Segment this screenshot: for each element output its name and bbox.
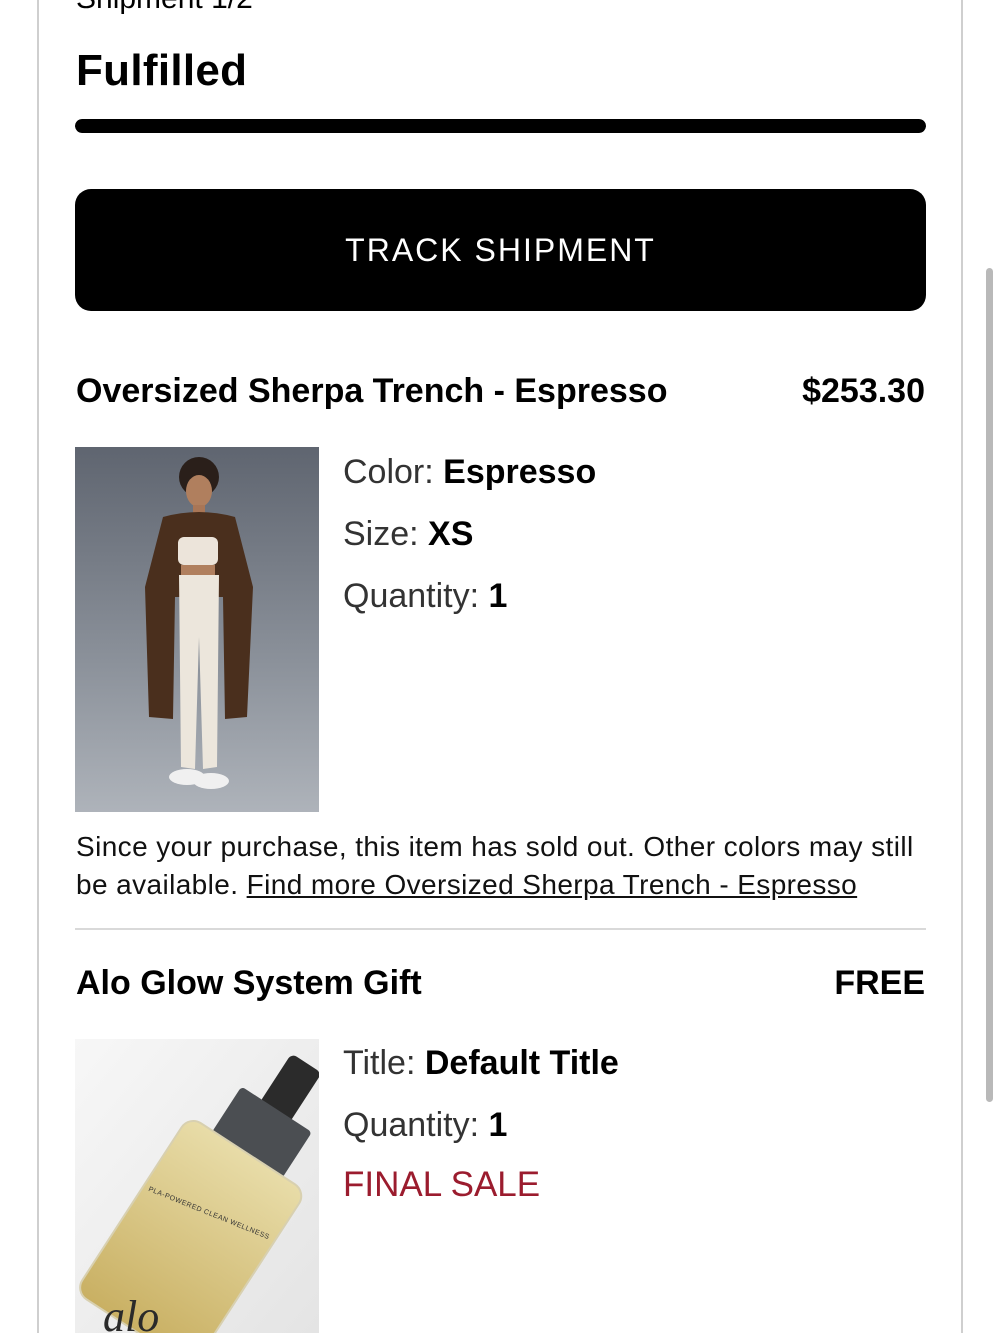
shipment-progress-bar [75,119,926,133]
item-color: Color: Espresso [343,453,596,492]
item-size: Size: XS [343,515,473,554]
shipment-progress-fill [75,119,926,133]
color-label: Color: [343,453,434,491]
item-price: FREE [834,964,925,1002]
card-border-right [961,0,963,1333]
product-image-glow-system[interactable]: PLA-POWERED CLEAN WELLNESS alo [75,1039,319,1333]
quantity-label: Quantity: [343,1106,480,1144]
item-divider [75,928,926,930]
quantity-value: 1 [488,577,508,615]
item-title-option: Title: Default Title [343,1044,619,1083]
bottle-logo: alo [103,1292,159,1333]
item-title[interactable]: Alo Glow System Gift [76,964,422,1003]
color-value: Espresso [443,453,597,491]
shipment-label: Shipment 1/2 [76,0,253,16]
find-more-link[interactable]: Find more Oversized Sherpa Trench - Espr… [247,869,858,900]
quantity-label: Quantity: [343,577,480,615]
product-image-sherpa-trench[interactable] [75,447,319,812]
card-border-left [37,0,39,1333]
title-label: Title: [343,1044,416,1082]
final-sale-badge: FINAL SALE [343,1165,541,1204]
track-shipment-button[interactable]: TRACK SHIPMENT [75,189,926,311]
size-value: XS [428,515,474,553]
item-price: $253.30 [802,372,925,410]
sold-out-note: Since your purchase, this item has sold … [76,828,936,904]
item-quantity: Quantity: 1 [343,1106,507,1145]
item-title[interactable]: Oversized Sherpa Trench - Espresso [76,372,667,411]
item-quantity: Quantity: 1 [343,577,507,616]
size-label: Size: [343,515,419,553]
order-detail-screen: Shipment 1/2 Fulfilled TRACK SHIPMENT Ov… [0,0,1000,1333]
scrollbar[interactable] [986,268,993,1102]
title-value: Default Title [424,1044,619,1082]
quantity-value: 1 [488,1106,508,1144]
shipment-status: Fulfilled [76,46,248,95]
